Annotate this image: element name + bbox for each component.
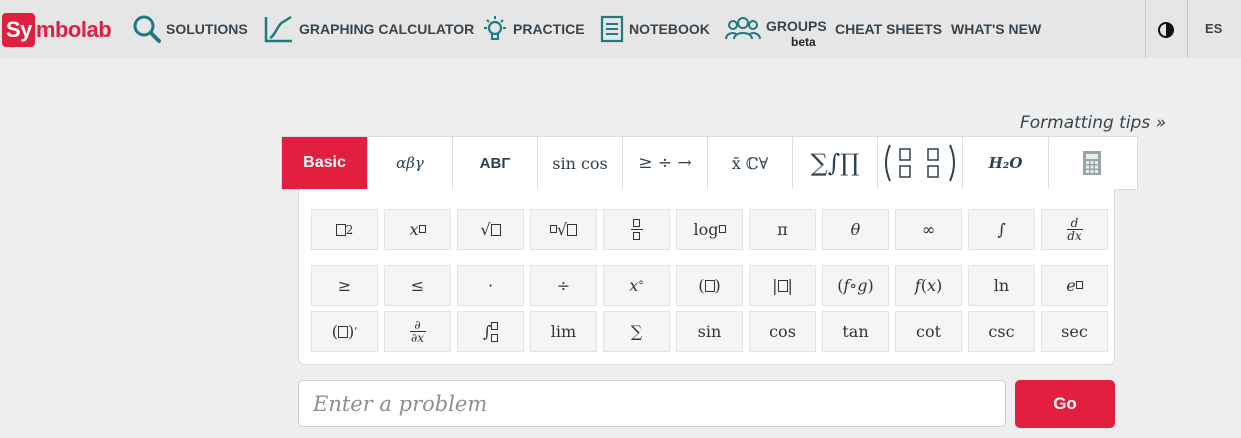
key-sum[interactable]: ∑	[603, 311, 670, 352]
key-sec[interactable]: sec	[1041, 311, 1108, 352]
key-tan[interactable]: tan	[822, 311, 889, 352]
nav-divider	[1145, 0, 1146, 58]
logo-mark: Sy	[2, 13, 35, 47]
nav-solutions[interactable]: SOLUTIONS	[132, 0, 248, 58]
key-ln[interactable]: ln	[968, 265, 1035, 306]
key-function[interactable]: f(x)	[895, 265, 962, 306]
tab-basic[interactable]: Basic	[282, 137, 368, 189]
key-absolute[interactable]: | |	[749, 265, 816, 306]
tab-calculus[interactable]: ∑∫∏	[793, 137, 878, 189]
nav-groups[interactable]: GROUPS beta	[724, 0, 827, 58]
nav-notebook-label: NOTEBOOK	[629, 21, 710, 37]
key-square[interactable]: 2	[311, 209, 378, 250]
nav-solutions-label: SOLUTIONS	[166, 21, 248, 37]
nav-notebook[interactable]: NOTEBOOK	[599, 0, 710, 58]
key-nth-root[interactable]: √	[530, 209, 597, 250]
notebook-icon	[600, 15, 624, 43]
key-pi[interactable]: π	[749, 209, 816, 250]
key-parentheses[interactable]: ()	[676, 265, 743, 306]
key-power[interactable]: x	[384, 209, 451, 250]
nav-cheat-sheets[interactable]: CHEAT SHEETS	[835, 0, 942, 58]
key-theta[interactable]: θ	[822, 209, 889, 250]
groups-icon	[725, 17, 761, 40]
tab-calculator[interactable]	[1049, 137, 1135, 189]
key-cos[interactable]: cos	[749, 311, 816, 352]
key-infinity[interactable]: ∞	[895, 209, 962, 250]
key-cdot[interactable]: ·	[457, 265, 524, 306]
matrix-icon	[885, 144, 955, 182]
nav-graphing-label: GRAPHING CALCULATOR	[299, 21, 475, 37]
key-prime[interactable]: () '	[311, 311, 378, 352]
nav-graphing-calculator[interactable]: GRAPHING CALCULATOR	[263, 0, 474, 58]
lightbulb-icon	[484, 16, 506, 40]
key-sqrt[interactable]: √	[457, 209, 524, 250]
nav-whats-new[interactable]: WHAT'S NEW	[951, 0, 1041, 58]
tab-greek-upper[interactable]: ΑΒΓ	[453, 137, 538, 189]
key-geq[interactable]: ≥	[311, 265, 378, 306]
keypad-panel: 2 x √ √ log π θ ∞ ∫ d dx ≥ ≤ · ÷ x ° () | |…	[298, 189, 1115, 365]
key-exp[interactable]: e	[1041, 265, 1108, 306]
key-degree[interactable]: x °	[603, 265, 670, 306]
keypad-tabs: Basic αβγ ΑΒΓ sin cos ≥ ÷ → x̄ ℂ∀ ∑∫∏ H₂…	[281, 136, 1138, 190]
nav-practice[interactable]: PRACTICE	[481, 0, 585, 58]
key-sin[interactable]: sin	[676, 311, 743, 352]
logo-text: mbolab	[35, 17, 112, 42]
language-switch[interactable]: ES	[1205, 0, 1222, 58]
tab-greek-lower[interactable]: αβγ	[368, 137, 453, 189]
search-icon	[133, 15, 161, 43]
key-limit[interactable]: lim	[530, 311, 597, 352]
tab-matrix[interactable]	[878, 137, 963, 189]
nav-practice-label: PRACTICE	[513, 21, 585, 37]
beta-badge: beta	[791, 35, 816, 49]
nav-groups-text: GROUPS beta	[766, 8, 827, 50]
top-nav-bar: Sy mbolab SOLUTIONS GRAPHING CALCULATOR …	[0, 0, 1241, 58]
go-button[interactable]: Go	[1015, 380, 1115, 428]
nav-whats-new-label: WHAT'S NEW	[951, 21, 1042, 37]
key-integral[interactable]: ∫	[968, 209, 1035, 250]
key-csc[interactable]: csc	[968, 311, 1035, 352]
graph-icon	[264, 15, 292, 43]
tab-chemistry[interactable]: H₂O	[963, 137, 1049, 189]
tab-trig[interactable]: sin cos	[538, 137, 623, 189]
key-partial[interactable]: ∂ ∂x	[384, 311, 451, 352]
calculator-icon	[1083, 151, 1101, 175]
key-composition[interactable]: (f ∘ g)	[822, 265, 889, 306]
key-divide[interactable]: ÷	[530, 265, 597, 306]
key-log[interactable]: log	[676, 209, 743, 250]
symbolab-logo[interactable]: Sy mbolab	[2, 13, 112, 47]
nav-cheat-sheets-label: CHEAT SHEETS	[835, 21, 943, 37]
formatting-tips-link[interactable]: Formatting tips »	[1020, 113, 1166, 133]
problem-input[interactable]	[298, 380, 1006, 427]
tab-sets[interactable]: x̄ ℂ∀	[708, 137, 793, 189]
key-fraction[interactable]	[603, 209, 670, 250]
nav-groups-label: GROUPS	[766, 18, 827, 34]
key-definite-integral[interactable]: ∫	[457, 311, 524, 352]
nav-divider	[1187, 0, 1188, 58]
contrast-toggle-icon[interactable]	[1156, 20, 1176, 40]
key-leq[interactable]: ≤	[384, 265, 451, 306]
tab-operators[interactable]: ≥ ÷ →	[623, 137, 708, 189]
key-derivative[interactable]: d dx	[1041, 209, 1108, 250]
key-cot[interactable]: cot	[895, 311, 962, 352]
